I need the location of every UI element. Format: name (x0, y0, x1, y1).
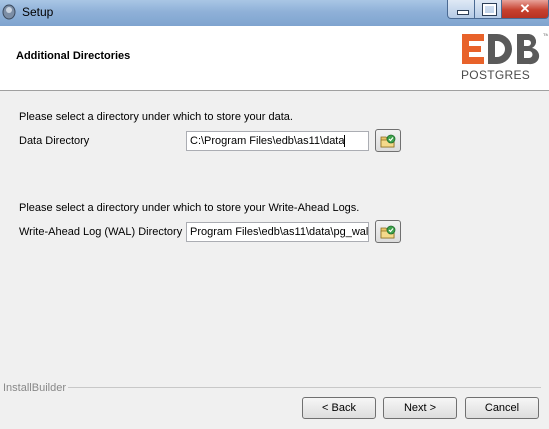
wal-directory-label: Write-Ahead Log (WAL) Directory (19, 226, 183, 238)
wal-directory-input[interactable]: Program Files\edb\as11\data\pg_wal (186, 222, 369, 242)
logo-wordmark: POSTGRES (461, 68, 530, 82)
close-icon: ✕ (519, 1, 531, 16)
folder-browse-icon (380, 134, 396, 148)
setup-app-icon (2, 4, 16, 20)
data-directory-instruction: Please select a directory under which to… (19, 111, 293, 123)
wizard-header: Additional Directories TM POSTGRES (0, 26, 549, 91)
installbuilder-label: InstallBuilder (3, 382, 66, 394)
window-title: Setup (22, 5, 54, 19)
data-directory-input[interactable]: C:\Program Files\edb\as11\data (186, 131, 369, 151)
svg-text:TM: TM (543, 32, 548, 37)
wal-directory-instruction: Please select a directory under which to… (19, 202, 360, 214)
wal-directory-browse-button[interactable] (375, 220, 401, 243)
edb-postgres-logo: TM POSTGRES (461, 32, 548, 82)
maximize-button[interactable] (475, 0, 502, 19)
data-directory-value: C:\Program Files\edb\as11\data (190, 135, 345, 147)
cancel-button[interactable]: Cancel (465, 397, 539, 419)
folder-browse-icon (380, 225, 396, 239)
window-titlebar[interactable]: Setup ✕ (0, 0, 549, 26)
data-directory-label: Data Directory (19, 135, 90, 147)
close-button[interactable]: ✕ (502, 0, 549, 19)
minimize-icon (457, 10, 469, 15)
next-button[interactable]: Next > (383, 397, 457, 419)
page-title: Additional Directories (16, 50, 131, 62)
minimize-button[interactable] (447, 0, 475, 19)
back-button[interactable]: < Back (302, 397, 376, 419)
wal-directory-value: Program Files\edb\as11\data\pg_wal (190, 226, 369, 238)
data-directory-browse-button[interactable] (375, 129, 401, 152)
footer-divider (68, 387, 541, 388)
maximize-icon (482, 3, 497, 16)
